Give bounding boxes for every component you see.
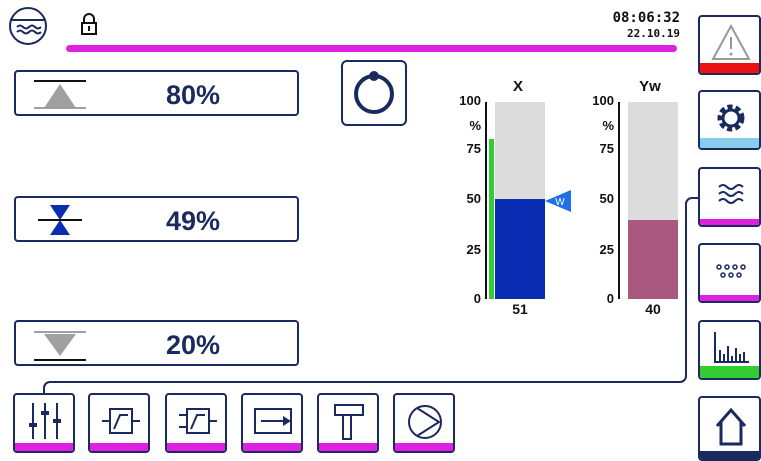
gear-icon <box>717 104 745 132</box>
parameters-stripe <box>700 295 759 301</box>
valve-stem-icon <box>334 404 364 440</box>
pump-icon <box>408 405 442 439</box>
controller-a-button[interactable] <box>88 393 150 453</box>
valve-button[interactable] <box>317 393 379 453</box>
water-waves-icon <box>718 184 744 204</box>
arrow-box-icon <box>254 408 292 434</box>
trend-stripe <box>700 366 759 378</box>
mixer-stripe <box>15 443 73 451</box>
controller-b-stripe <box>167 443 225 451</box>
controller-block-icon <box>102 408 140 434</box>
sliders-icon <box>29 403 61 439</box>
dots-grid-icon <box>716 264 746 278</box>
trend-button[interactable] <box>698 320 761 380</box>
mixer-button[interactable] <box>13 393 75 453</box>
controller-b-button[interactable] <box>165 393 227 453</box>
valve-stripe <box>319 443 377 451</box>
settings-button[interactable] <box>698 90 761 150</box>
alarm-button[interactable] <box>698 15 761 75</box>
pump-button[interactable] <box>393 393 455 453</box>
settings-stripe <box>700 138 759 148</box>
connector-line <box>43 197 698 395</box>
warning-icon <box>711 23 751 60</box>
pump-stripe <box>395 443 453 451</box>
process-stripe <box>700 219 759 225</box>
output-stripe <box>243 443 301 451</box>
home-button[interactable] <box>698 396 761 461</box>
controller-block-2-icon <box>179 408 217 434</box>
parameters-button[interactable] <box>698 243 761 303</box>
bar-chart-icon <box>714 332 749 363</box>
alarm-stripe <box>700 63 759 73</box>
home-stripe <box>700 451 759 459</box>
output-button[interactable] <box>241 393 303 453</box>
process-button[interactable] <box>698 167 761 227</box>
controller-a-stripe <box>90 443 148 451</box>
home-icon <box>715 407 747 446</box>
